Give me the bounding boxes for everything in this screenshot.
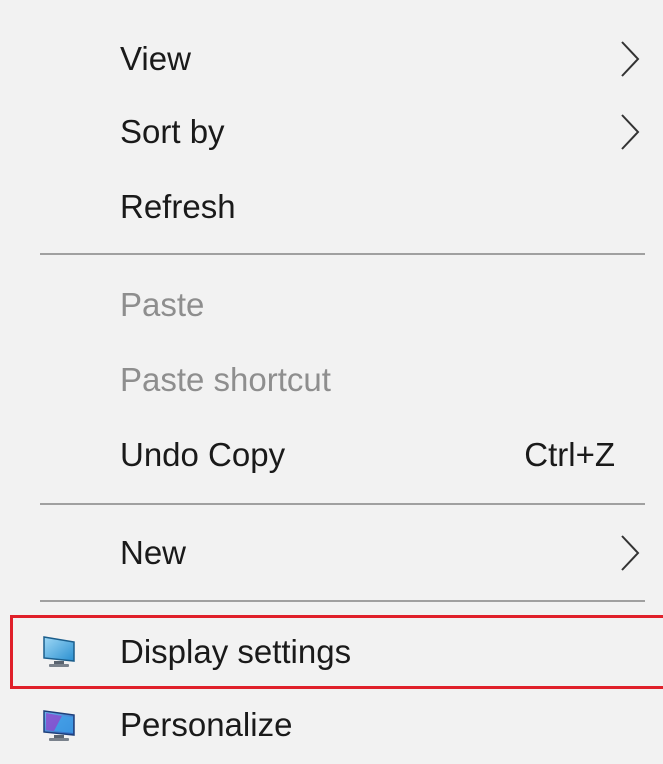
menu-item-personalize[interactable]: Personalize xyxy=(0,690,663,760)
menu-item-label: New xyxy=(120,534,187,571)
menu-item-label: View xyxy=(120,40,191,77)
menu-item-paste-shortcut[interactable]: Paste shortcut xyxy=(0,345,663,415)
menu-separator xyxy=(40,253,645,255)
menu-item-new[interactable]: New xyxy=(0,518,663,588)
menu-item-undo-copy[interactable]: Undo Copy Ctrl+Z xyxy=(0,420,663,490)
menu-item-paste[interactable]: Paste xyxy=(0,270,663,340)
chevron-right-icon xyxy=(621,114,640,150)
menu-item-sort-by[interactable]: Sort by xyxy=(0,97,663,167)
menu-item-label: Paste shortcut xyxy=(120,361,331,398)
display-monitor-icon xyxy=(43,636,75,667)
menu-item-label: Paste xyxy=(120,286,205,323)
menu-item-label: Sort by xyxy=(120,113,225,150)
menu-item-label: Display settings xyxy=(120,633,352,670)
menu-item-label: Refresh xyxy=(120,188,236,225)
menu-item-label: Undo Copy xyxy=(120,436,286,473)
chevron-right-icon xyxy=(621,535,640,571)
chevron-right-icon xyxy=(621,41,640,77)
menu-item-display-settings[interactable]: Display settings xyxy=(0,617,663,687)
menu-item-label: Personalize xyxy=(120,706,293,743)
desktop-context-menu: View Sort by Refresh Paste Paste shortcu… xyxy=(0,0,663,764)
personalize-monitor-icon xyxy=(43,710,75,741)
shortcut-hint: Ctrl+Z xyxy=(524,436,615,473)
menu-item-refresh[interactable]: Refresh xyxy=(0,172,663,242)
menu-item-view[interactable]: View xyxy=(0,24,663,94)
menu-separator xyxy=(40,503,645,505)
menu-separator xyxy=(40,600,645,602)
